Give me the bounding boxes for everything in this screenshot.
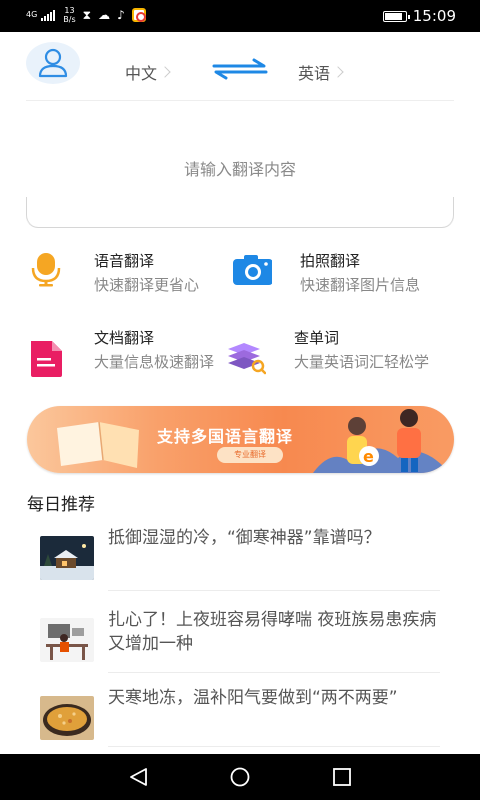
news-divider [108,590,440,591]
news-title: 天寒地冻，温补阳气要做到“两不两要” [108,688,398,708]
news-title: 抵御湿湿的冷，“御寒神器”靠谱吗？ [108,528,381,548]
document-icon [31,341,62,377]
translation-input-area[interactable]: 请输入翻译内容 [26,100,454,228]
news-item[interactable]: 抵御湿湿的冷，“御寒神器”靠谱吗？ [40,528,440,616]
battery-icon [382,10,410,22]
status-time: 15:09 [412,7,456,25]
network-speed: 13 B/s [63,6,75,24]
user-avatar-button[interactable] [26,42,80,84]
voice-translate-feature[interactable]: 语音翻译 快速翻译更省心 [28,250,228,300]
user-icon [38,48,68,78]
soup-thumbnail [40,696,94,740]
target-language-selector[interactable]: 英语 [298,60,344,84]
feature-title: 语音翻译 [94,252,155,270]
feature-desc: 快速翻译更省心 [94,276,200,294]
source-language-selector[interactable]: 中文 [125,60,171,84]
chevron-right-icon [159,66,171,78]
news-divider [108,746,440,747]
word-lookup-feature[interactable]: 查单词 大量英语词汇轻松学 [226,327,454,391]
feature-desc: 大量英语词汇轻松学 [294,353,430,371]
banner-title: 支持多国语言翻译 [157,427,294,446]
status-right: 15:09 [382,7,456,25]
app-icon [131,8,146,22]
recents-icon[interactable] [331,766,353,788]
photo-translate-feature[interactable]: 拍照翻译 快速翻译图片信息 [232,250,454,300]
source-language-label: 中文 [125,64,158,83]
daily-recommend-heading: 每日推荐 [27,495,95,515]
hourglass-icon: ⧗ [82,7,92,22]
tiktok-icon: ♪ [117,8,125,22]
news-title: 扎心了！上夜班容易得哮喘 夜班族易患疾病又增加一种 [108,610,437,654]
night-shift-thumbnail [40,618,94,662]
news-divider [108,672,440,673]
camera-icon [233,255,272,285]
microphone-icon [31,253,61,287]
document-translate-feature[interactable]: 文档翻译 大量信息极速翻译 [28,327,228,391]
open-book-illustration [57,421,139,468]
promo-banner[interactable]: e 支持多国语言翻译 专业翻译 [27,406,454,473]
network-type: 4G [26,10,38,19]
snow-house-thumbnail [40,536,94,580]
swap-arrows-icon[interactable] [212,58,268,80]
translation-input-placeholder: 请输入翻译内容 [183,160,296,179]
target-language-label: 英语 [298,64,331,83]
feature-desc: 快速翻译图片信息 [300,276,421,294]
book-search-icon [228,343,266,375]
banner-button[interactable]: 专业翻译 [217,447,283,463]
status-bar: 4G 13 B/s ⧗ ☁ ♪ 15:09 [0,0,480,32]
back-icon[interactable] [128,766,150,788]
cloud-icon: ☁ [98,8,111,22]
network-speed-value: 13 [64,6,75,15]
network-speed-unit: B/s [63,15,76,24]
feature-desc: 大量信息极速翻译 [94,353,215,371]
feature-title: 查单词 [294,329,340,347]
people-illustration: e [313,409,443,473]
system-nav-bar [0,754,480,800]
chevron-right-icon [332,66,344,78]
feature-title: 拍照翻译 [300,252,361,270]
status-left: 4G 13 B/s ⧗ ☁ ♪ [26,6,146,24]
home-icon[interactable] [229,766,251,788]
feature-title: 文档翻译 [94,329,155,347]
svg-text:e: e [363,447,374,466]
signal-icon [41,9,56,21]
